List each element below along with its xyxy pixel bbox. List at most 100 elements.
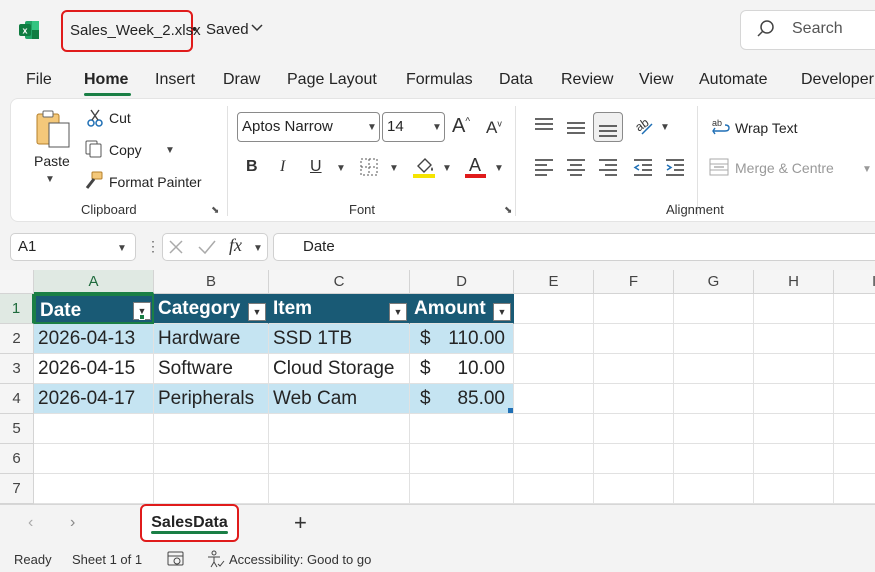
italic-button[interactable]: I <box>280 158 285 176</box>
tab-formulas[interactable]: Formulas <box>406 71 473 89</box>
row-header-2[interactable]: 2 <box>0 324 34 354</box>
table-header-category[interactable]: Category ▼ <box>154 294 269 324</box>
orientation-icon[interactable]: ab <box>632 114 656 141</box>
font-color-chevron-icon[interactable]: ▼ <box>494 163 504 174</box>
cancel-entry-icon[interactable] <box>167 238 185 259</box>
table-cell-amount[interactable]: $ 85.00 <box>410 384 514 414</box>
underline-button[interactable]: U <box>310 158 322 176</box>
align-center-icon[interactable] <box>565 156 587 181</box>
copy-dropdown-chevron-icon[interactable]: ▼ <box>165 145 175 156</box>
table-header-date[interactable]: Date ▼ <box>34 294 154 324</box>
copy-icon[interactable] <box>84 139 104 162</box>
column-header-a[interactable]: A <box>34 270 154 294</box>
format-painter-icon[interactable] <box>84 171 104 194</box>
confirm-entry-icon[interactable] <box>197 238 217 259</box>
tab-data[interactable]: Data <box>499 71 533 89</box>
insert-function-chevron-icon[interactable]: ▼ <box>253 243 263 254</box>
tab-file[interactable]: File <box>26 71 52 89</box>
merge-centre-chevron-icon[interactable]: ▼ <box>862 164 872 175</box>
align-middle-icon[interactable] <box>565 117 587 142</box>
file-name[interactable]: Sales_Week_2.xlsx <box>61 10 201 52</box>
table-cell-item[interactable]: Cloud Storage <box>269 354 410 384</box>
row-header-7[interactable]: 7 <box>0 474 34 504</box>
insert-function-button[interactable]: fx <box>229 235 242 256</box>
table-header-item[interactable]: Item ▼ <box>269 294 410 324</box>
row-header-6[interactable]: 6 <box>0 444 34 474</box>
table-resize-handle[interactable] <box>508 408 513 413</box>
table-header-amount[interactable]: Amount ▼ <box>410 294 514 324</box>
fill-color-chevron-icon[interactable]: ▼ <box>442 163 452 174</box>
fill-handle[interactable] <box>139 314 145 320</box>
cut-button[interactable]: Cut <box>109 110 131 126</box>
table-cell-category[interactable]: Software <box>154 354 269 384</box>
accessibility-icon[interactable] <box>206 549 226 572</box>
font-name-select[interactable]: Aptos Narrow <box>237 112 380 142</box>
merge-centre-icon[interactable] <box>709 157 729 180</box>
sheet-tab-salesdata[interactable]: SalesData <box>140 504 239 542</box>
tab-page-layout[interactable]: Page Layout <box>287 71 377 89</box>
align-top-icon[interactable] <box>533 115 555 140</box>
save-status[interactable]: Saved <box>206 21 249 38</box>
column-header-f[interactable]: F <box>594 270 674 294</box>
borders-icon[interactable] <box>359 157 379 180</box>
filter-dropdown-icon[interactable]: ▼ <box>389 303 407 321</box>
increase-font-size-icon[interactable]: A^ <box>452 115 470 138</box>
row-header-5[interactable]: 5 <box>0 414 34 444</box>
align-left-icon[interactable] <box>533 156 555 181</box>
select-all-corner[interactable] <box>0 270 34 294</box>
tab-home[interactable]: Home <box>84 71 128 89</box>
more-options-icon[interactable]: ⋮ <box>146 238 160 255</box>
column-header-i[interactable]: I <box>834 270 875 294</box>
font-name-chevron-icon[interactable]: ▼ <box>367 122 377 133</box>
add-sheet-button[interactable]: + <box>294 510 307 536</box>
workbook-statistics-icon[interactable] <box>166 550 186 571</box>
decrease-font-size-icon[interactable]: Av <box>486 118 502 138</box>
column-header-e[interactable]: E <box>514 270 594 294</box>
column-header-g[interactable]: G <box>674 270 754 294</box>
font-color-icon[interactable]: A <box>464 154 488 183</box>
bold-button[interactable]: B <box>246 158 258 176</box>
paste-icon[interactable] <box>34 108 74 153</box>
clipboard-launcher-icon[interactable]: ⬊ <box>211 205 219 216</box>
tab-review[interactable]: Review <box>561 71 613 89</box>
formula-input[interactable]: Date <box>273 233 875 261</box>
column-header-h[interactable]: H <box>754 270 834 294</box>
table-cell-date[interactable]: 2026-04-17 <box>34 384 154 414</box>
row-header-1[interactable]: 1 <box>0 294 34 324</box>
tab-view[interactable]: View <box>639 71 673 89</box>
orientation-chevron-icon[interactable]: ▼ <box>660 122 670 133</box>
merge-centre-button[interactable]: Merge & Centre <box>735 160 834 176</box>
table-cell-category[interactable]: Hardware <box>154 324 269 354</box>
column-header-d[interactable]: D <box>410 270 514 294</box>
font-launcher-icon[interactable]: ⬊ <box>504 205 512 216</box>
column-header-c[interactable]: C <box>269 270 410 294</box>
fill-color-icon[interactable] <box>413 154 437 183</box>
search-placeholder[interactable]: Search <box>792 20 843 38</box>
table-cell-date[interactable]: 2026-04-15 <box>34 354 154 384</box>
row-header-4[interactable]: 4 <box>0 384 34 414</box>
table-cell-category[interactable]: Peripherals <box>154 384 269 414</box>
scroll-right-icon[interactable]: › <box>70 514 75 532</box>
paste-dropdown-chevron-icon[interactable]: ▼ <box>45 174 55 185</box>
increase-indent-icon[interactable] <box>664 156 686 181</box>
chevron-down-icon[interactable] <box>251 21 263 38</box>
underline-chevron-icon[interactable]: ▼ <box>336 163 346 174</box>
copy-button[interactable]: Copy <box>109 142 142 158</box>
scroll-left-icon[interactable]: ‹ <box>28 514 33 532</box>
paste-button[interactable]: Paste <box>34 153 70 169</box>
row-header-3[interactable]: 3 <box>0 354 34 384</box>
align-right-icon[interactable] <box>597 156 619 181</box>
accessibility-status[interactable]: Accessibility: Good to go <box>229 552 371 567</box>
decrease-indent-icon[interactable] <box>632 156 654 181</box>
format-painter-button[interactable]: Format Painter <box>109 174 202 190</box>
wrap-text-button[interactable]: Wrap Text <box>735 120 798 136</box>
cut-icon[interactable] <box>86 108 104 131</box>
tab-draw[interactable]: Draw <box>223 71 260 89</box>
table-cell-amount[interactable]: $ 110.00 <box>410 324 514 354</box>
tab-automate[interactable]: Automate <box>699 71 767 89</box>
table-cell-date[interactable]: 2026-04-13 <box>34 324 154 354</box>
table-cell-amount[interactable]: $ 10.00 <box>410 354 514 384</box>
font-size-chevron-icon[interactable]: ▼ <box>432 122 442 133</box>
table-cell-item[interactable]: SSD 1TB <box>269 324 410 354</box>
filter-dropdown-icon[interactable]: ▼ <box>493 303 511 321</box>
